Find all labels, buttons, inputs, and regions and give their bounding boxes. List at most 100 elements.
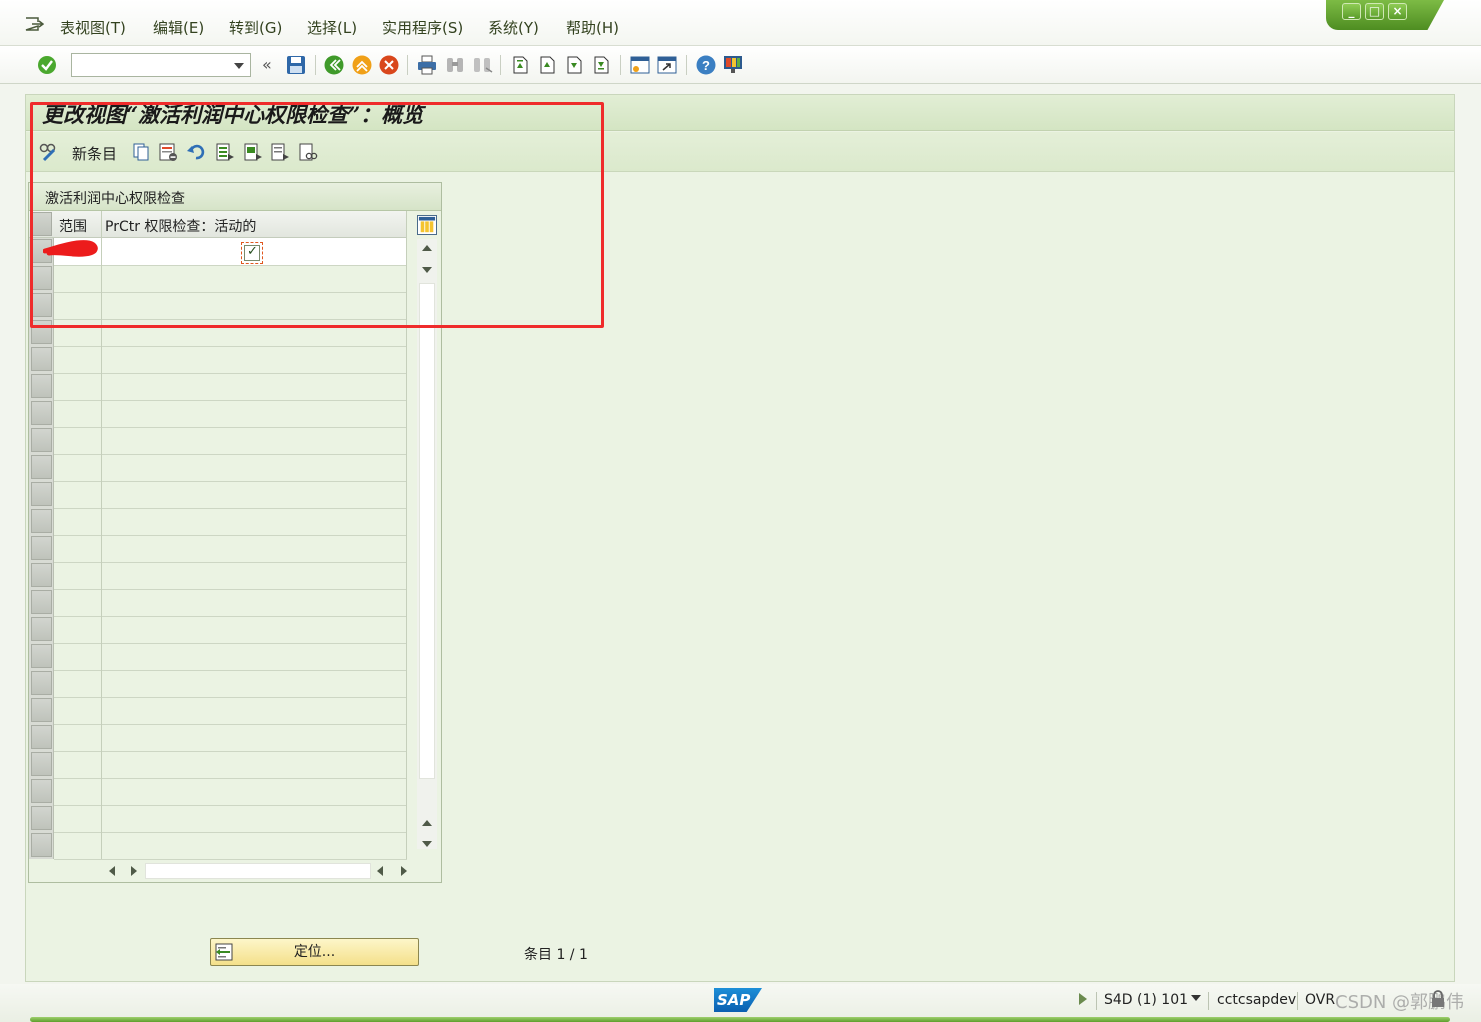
column-header-scope[interactable]: 范围 [59, 216, 87, 236]
position-button[interactable]: 定位... [210, 938, 419, 966]
first-page-icon[interactable] [509, 54, 531, 76]
collapse-command-icon[interactable]: « [262, 55, 272, 74]
horizontal-scrollbar[interactable] [105, 862, 407, 880]
scroll-left-end-icon[interactable] [377, 866, 383, 876]
scroll-left-icon[interactable] [109, 866, 115, 876]
row-divider [54, 778, 407, 779]
row-selector[interactable] [31, 617, 52, 641]
row-selector[interactable] [31, 536, 52, 560]
scroll-right-end-icon[interactable] [401, 866, 407, 876]
previous-page-icon[interactable] [536, 54, 558, 76]
menu-table-view[interactable]: 表视图(T) [60, 17, 126, 38]
table-title: 激活利润中心权限检查 [29, 183, 441, 211]
menu-edit[interactable]: 编辑(E) [153, 17, 204, 38]
menu-exit-icon[interactable] [24, 16, 44, 32]
last-page-icon[interactable] [590, 54, 612, 76]
menu-goto[interactable]: 转到(G) [229, 17, 282, 38]
vertical-scroll-track[interactable] [419, 283, 435, 779]
undo-icon[interactable] [186, 142, 206, 162]
row-selector[interactable] [31, 293, 52, 317]
row-selector[interactable] [31, 266, 52, 290]
row-selector[interactable] [31, 401, 52, 425]
row-divider [54, 400, 407, 401]
table-row[interactable] [54, 238, 407, 265]
row-selector[interactable] [31, 833, 52, 857]
back-icon[interactable] [323, 54, 345, 76]
menu-utilities[interactable]: 实用程序(S) [382, 17, 463, 38]
prctr-check-active-checkbox[interactable]: ✓ [244, 244, 260, 261]
redaction-scribble [43, 240, 98, 257]
row-selector[interactable] [31, 347, 52, 371]
row-selector[interactable] [31, 752, 52, 776]
row-divider [54, 616, 407, 617]
vertical-scrollbar[interactable] [417, 239, 437, 849]
customize-layout-icon[interactable] [722, 54, 744, 76]
table-settings-icon[interactable] [417, 215, 437, 235]
new-entries-button[interactable]: 新条目 [72, 143, 117, 164]
save-icon[interactable] [285, 54, 307, 76]
menu-selection[interactable]: 选择(L) [307, 17, 357, 38]
print-icon[interactable] [416, 54, 438, 76]
row-selector[interactable] [31, 563, 52, 587]
display-change-icon[interactable] [38, 142, 58, 162]
row-selector[interactable] [31, 482, 52, 506]
close-window-button[interactable]: × [1388, 3, 1407, 20]
create-session-icon[interactable] [629, 54, 651, 76]
row-divider [54, 805, 407, 806]
delete-icon[interactable] [158, 142, 178, 162]
minimize-button[interactable]: _ [1342, 3, 1361, 20]
row-divider [54, 454, 407, 455]
scroll-down-icon[interactable] [422, 841, 432, 847]
help-icon[interactable]: ? [695, 54, 717, 76]
row-divider [54, 373, 407, 374]
row-divider [54, 562, 407, 563]
row-divider [54, 319, 407, 320]
horizontal-scroll-track[interactable] [145, 863, 371, 879]
column-header-prctr-check-active[interactable]: PrCtr 权限检查：活动的 [105, 216, 256, 236]
select-all-rows-button[interactable] [31, 212, 52, 236]
deselect-all-icon[interactable] [270, 142, 290, 162]
exit-icon[interactable] [351, 54, 373, 76]
insert-mode[interactable]: OVR [1305, 992, 1335, 1008]
next-page-icon[interactable] [563, 54, 585, 76]
row-selector[interactable] [31, 320, 52, 344]
row-selector[interactable] [31, 590, 52, 614]
menu-system[interactable]: 系统(Y) [488, 17, 539, 38]
row-divider [54, 670, 407, 671]
chevron-down-icon[interactable] [1191, 995, 1201, 1001]
find-icon[interactable] [444, 54, 466, 76]
row-selector[interactable] [31, 455, 52, 479]
scroll-right-icon[interactable] [131, 866, 137, 876]
server-name: cctcsapdev [1217, 992, 1297, 1008]
scroll-up-icon[interactable] [422, 245, 432, 251]
status-expand-icon[interactable] [1079, 993, 1087, 1005]
row-selector[interactable] [31, 509, 52, 533]
row-selector[interactable] [31, 725, 52, 749]
row-divider [54, 481, 407, 482]
page-down-icon[interactable] [422, 267, 432, 273]
print-view-icon[interactable] [298, 142, 318, 162]
select-block-icon[interactable] [243, 142, 263, 162]
row-selector[interactable] [31, 806, 52, 830]
command-field[interactable] [71, 53, 251, 77]
row-selector[interactable] [31, 374, 52, 398]
maximize-button[interactable]: □ [1365, 3, 1384, 20]
copy-icon[interactable] [131, 142, 151, 162]
row-selector[interactable] [31, 428, 52, 452]
select-all-icon[interactable] [215, 142, 235, 162]
row-selector[interactable] [31, 779, 52, 803]
row-divider [54, 751, 407, 752]
lock-icon [1432, 990, 1444, 1007]
shortcut-icon[interactable] [656, 54, 678, 76]
menu-help[interactable]: 帮助(H) [566, 17, 619, 38]
page-up-icon[interactable] [422, 820, 432, 826]
system-info: S4D (1) 101 [1104, 992, 1189, 1008]
find-next-icon[interactable] [471, 54, 493, 76]
cancel-icon[interactable] [378, 54, 400, 76]
menu-bar: 表视图(T) 编辑(E) 转到(G) 选择(L) 实用程序(S) 系统(Y) 帮… [0, 0, 1481, 46]
row-selector[interactable] [31, 644, 52, 668]
row-selector[interactable] [31, 698, 52, 722]
row-selector[interactable] [31, 671, 52, 695]
enter-check-icon[interactable] [36, 54, 58, 76]
chevron-down-icon[interactable] [234, 63, 244, 69]
